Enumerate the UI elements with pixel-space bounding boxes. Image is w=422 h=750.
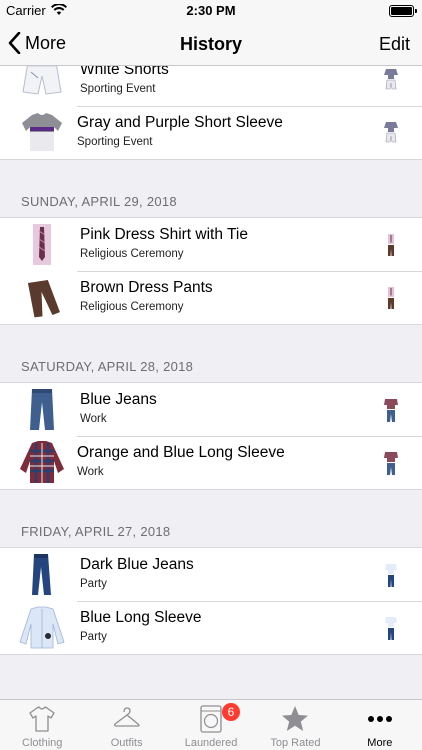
history-row[interactable]: White Shorts Sporting Event [0,66,422,106]
pants-thumbnail [27,280,60,318]
tab-top-rated[interactable]: Top Rated [253,700,337,750]
tab-more[interactable]: More [338,700,422,750]
back-label: More [25,32,67,53]
item-event: Sporting Event [77,136,153,148]
item-event: Party [80,631,107,643]
tab-label: Clothing [22,737,63,749]
outfit-preview-icon [385,564,397,587]
edit-button[interactable]: Edit [379,34,410,55]
star-icon [282,706,309,731]
long-sleeve-thumbnail [19,606,65,649]
item-title: White Shorts [80,66,169,78]
item-event: Work [80,413,107,425]
plaid-shirt-thumbnail [20,441,64,483]
outfit-preview-icon [384,122,398,143]
history-row[interactable]: Pink Dress Shirt with Tie Religious Cere… [0,218,422,271]
tab-outfits[interactable]: Outfits [84,700,168,750]
back-button[interactable]: More [8,28,66,58]
status-time: 2:30 PM [186,3,236,18]
tab-label: Outfits [110,737,143,749]
tab-label: More [367,737,393,749]
history-section: SUNDAY, APRIL 29, 2018 Pink Dress Shirt … [0,160,422,325]
history-section: White Shorts Sporting Event Gray and Pur… [0,66,422,160]
outfit-preview-icon [388,234,394,256]
section-date-header: SATURDAY, APRIL 28, 2018 [21,359,194,374]
chevron-left-icon [8,32,21,54]
item-title: Blue Jeans [80,391,157,408]
tab-label: Laundered [184,737,238,749]
item-title: Brown Dress Pants [80,279,213,296]
tab-label: Top Rated [270,737,321,749]
jeans-thumbnail [30,389,54,430]
history-row[interactable]: Blue Long Sleeve Party [0,601,422,654]
status-bar: Carrier 2:30 PM [0,0,422,22]
history-row[interactable]: Orange and Blue Long Sleeve Work [0,436,422,489]
section-date-header: SUNDAY, APRIL 29, 2018 [21,194,177,209]
item-event: Work [77,466,104,478]
history-row[interactable]: Brown Dress Pants Religious Ceremony [0,271,422,324]
navigation-bar: More History Edit [0,22,422,66]
hanger-icon [113,707,140,727]
laundered-count-badge: 6 [222,703,240,721]
item-title: Gray and Purple Short Sleeve [77,114,283,131]
section-date-header: FRIDAY, APRIL 27, 2018 [21,524,171,539]
outfit-preview-icon [384,69,398,90]
item-title: Blue Long Sleeve [80,609,202,626]
item-event: Sporting Event [80,83,156,95]
outfit-preview-icon [384,399,398,422]
section-rows: Dark Blue Jeans Party Blue Long Sleeve P… [0,547,422,655]
tab-laundered[interactable]: Laundered [169,700,253,750]
more-icon [367,716,392,722]
history-section: FRIDAY, APRIL 27, 2018 Dark Blue Jeans P… [0,490,422,655]
item-event: Religious Ceremony [80,248,184,260]
shorts-thumbnail [22,66,62,95]
history-row[interactable]: Dark Blue Jeans Party [0,548,422,601]
tab-bar: Clothing Outfits Laundered Top Rated Mor… [0,699,422,750]
section-rows: White Shorts Sporting Event Gray and Pur… [0,66,422,160]
item-title: Orange and Blue Long Sleeve [77,444,285,461]
section-rows: Pink Dress Shirt with Tie Religious Cere… [0,217,422,325]
history-section: SATURDAY, APRIL 28, 2018 Blue Jeans Work [0,325,422,490]
outfit-preview-icon [385,617,397,640]
outfit-preview-icon [388,287,394,309]
dress-shirt-thumbnail [33,224,51,265]
section-rows: Blue Jeans Work Orange and Blue Long Sle… [0,382,422,490]
tab-clothing[interactable]: Clothing [0,700,84,750]
battery-icon [389,5,417,17]
item-title: Dark Blue Jeans [80,556,194,573]
dark-jeans-thumbnail [32,554,51,595]
item-event: Religious Ceremony [80,301,184,313]
tshirt-thumbnail [22,113,62,151]
history-row[interactable]: Blue Jeans Work [0,383,422,436]
history-list[interactable]: White Shorts Sporting Event Gray and Pur… [0,66,422,699]
history-row[interactable]: Gray and Purple Short Sleeve Sporting Ev… [0,106,422,159]
tshirt-icon [29,706,55,732]
item-title: Pink Dress Shirt with Tie [80,226,248,243]
outfit-preview-icon [384,452,398,475]
item-event: Party [80,578,107,590]
